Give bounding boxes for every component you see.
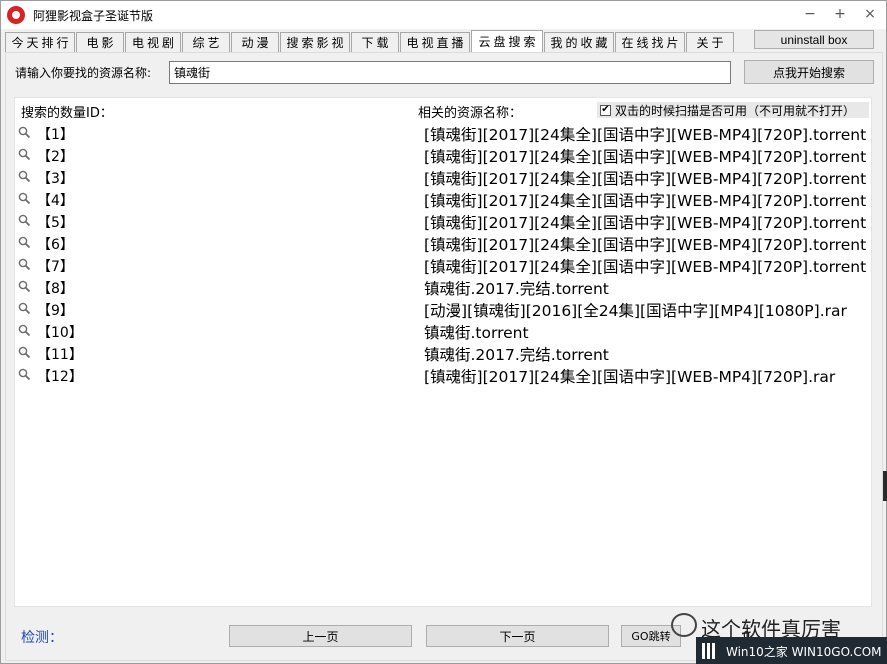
title-bar: 阿狸影视盒子圣诞节版 − + × — [1, 1, 886, 29]
window-title: 阿狸影视盒子圣诞节版 — [33, 8, 154, 23]
app-window: 阿狸影视盒子圣诞节版 − + × 今天排行 电影 电视剧 综艺 动漫 搜索影视 … — [0, 0, 887, 664]
minimize-icon[interactable]: − — [802, 5, 818, 23]
uninstall-button[interactable]: uninstall box — [754, 30, 874, 49]
result-name[interactable]: [镇魂街][2017][24集全][国语中字][WEB-MP4][720P].t… — [424, 255, 866, 277]
checkmark-icon[interactable]: ✔ — [600, 104, 611, 116]
result-rows: 【1】 [镇魂街][2017][24集全][国语中字][WEB-MP4][720P… — [18, 122, 868, 386]
wechat-watermark-icon — [671, 613, 697, 637]
tab-download[interactable]: 下载 — [351, 32, 399, 52]
result-name[interactable]: 镇魂街.torrent — [424, 321, 529, 343]
result-name[interactable]: [镇魂街][2017][24集全][国语中字][WEB-MP4][720P].t… — [424, 189, 866, 211]
search-input[interactable] — [169, 61, 731, 84]
result-row[interactable]: 【9】 [动漫][镇魂街][2016][全24集][国语中字][MP4][1080… — [18, 298, 868, 320]
magnifier-icon[interactable] — [18, 192, 31, 205]
result-name[interactable]: [镇魂街][2017][24集全][国语中字][WEB-MP4][720P].t… — [424, 211, 866, 233]
search-label: 请输入你要找的资源名称: — [15, 66, 152, 80]
result-id: 【6】 — [37, 237, 74, 253]
window-edge-decoration — [883, 471, 887, 501]
tab-variety[interactable]: 综艺 — [182, 32, 230, 52]
tab-about[interactable]: 关于 — [686, 32, 734, 52]
magnifier-icon[interactable] — [18, 126, 31, 139]
windows-logo-icon — [702, 643, 715, 659]
magnifier-icon[interactable] — [18, 214, 31, 227]
magnifier-icon[interactable] — [18, 302, 31, 315]
result-row[interactable]: 【4】 [镇魂街][2017][24集全][国语中字][WEB-MP4][720P… — [18, 188, 868, 210]
tab-favorites[interactable]: 我的收藏 — [544, 32, 614, 52]
tab-strip: 今天排行 电影 电视剧 综艺 动漫 搜索影视 下载 电视直播 云盘搜索 我的收藏… — [5, 30, 885, 52]
result-id: 【11】 — [37, 347, 83, 363]
result-row[interactable]: 【12】 [镇魂街][2017][24集全][国语中字][WEB-MP4][720… — [18, 364, 868, 386]
site-badge: Win10之家 WIN10GO.COM — [696, 637, 887, 664]
status-label: 检测： — [21, 630, 63, 646]
fox-logo-icon — [7, 6, 25, 24]
close-icon[interactable]: × — [862, 5, 878, 23]
result-name[interactable]: [镇魂街][2017][24集全][国语中字][WEB-MP4][720P].t… — [424, 233, 866, 255]
result-id: 【12】 — [37, 369, 83, 385]
magnifier-icon[interactable] — [18, 324, 31, 337]
id-column-header: 搜索的数量ID： — [21, 106, 113, 121]
site-badge-text: Win10之家 WIN10GO.COM — [726, 644, 882, 659]
result-id: 【1】 — [37, 127, 74, 143]
tab-tv-series[interactable]: 电视剧 — [125, 32, 181, 52]
result-id: 【3】 — [37, 171, 74, 187]
prev-page-button[interactable]: 上一页 — [229, 625, 412, 647]
tab-movies[interactable]: 电影 — [76, 32, 124, 52]
result-name[interactable]: 镇魂街.2017.完结.torrent — [424, 343, 609, 365]
magnifier-icon[interactable] — [18, 368, 31, 381]
start-search-button[interactable]: 点我开始搜索 — [744, 60, 874, 84]
tab-cloud-search[interactable]: 云盘搜索 — [471, 30, 543, 52]
result-id: 【8】 — [37, 281, 74, 297]
result-row[interactable]: 【2】 [镇魂街][2017][24集全][国语中字][WEB-MP4][720P… — [18, 144, 868, 166]
result-name[interactable]: 镇魂街.2017.完结.torrent — [424, 277, 609, 299]
result-row[interactable]: 【7】 [镇魂街][2017][24集全][国语中字][WEB-MP4][720P… — [18, 254, 868, 276]
result-id: 【5】 — [37, 215, 74, 231]
result-id: 【10】 — [37, 325, 83, 341]
result-name[interactable]: [镇魂街][2017][24集全][国语中字][WEB-MP4][720P].r… — [424, 365, 835, 387]
scan-on-double-click-checkbox[interactable]: ✔ 双击的时候扫描是否可用（不可用就不打开） — [597, 102, 869, 118]
result-row[interactable]: 【5】 [镇魂街][2017][24集全][国语中字][WEB-MP4][720P… — [18, 210, 868, 232]
result-row[interactable]: 【6】 [镇魂街][2017][24集全][国语中字][WEB-MP4][720P… — [18, 232, 868, 254]
window-controls: − + × — [802, 5, 878, 23]
tab-today-ranking[interactable]: 今天排行 — [5, 32, 75, 52]
result-name[interactable]: [镇魂街][2017][24集全][国语中字][WEB-MP4][720P].t… — [424, 145, 866, 167]
result-id: 【2】 — [37, 149, 74, 165]
result-id: 【4】 — [37, 193, 74, 209]
result-row[interactable]: 【10】 镇魂街.torrent — [18, 320, 868, 342]
name-column-header: 相关的资源名称： — [418, 106, 523, 121]
result-name[interactable]: [动漫][镇魂街][2016][全24集][国语中字][MP4][1080P].… — [424, 299, 847, 321]
result-name[interactable]: [镇魂街][2017][24集全][国语中字][WEB-MP4][720P].t… — [424, 123, 866, 145]
result-row[interactable]: 【11】 镇魂街.2017.完结.torrent — [18, 342, 868, 364]
tab-tv-live[interactable]: 电视直播 — [400, 32, 470, 52]
magnifier-icon[interactable] — [18, 170, 31, 183]
magnifier-icon[interactable] — [18, 346, 31, 359]
checkbox-label: 双击的时候扫描是否可用（不可用就不打开） — [615, 103, 856, 118]
magnifier-icon[interactable] — [18, 148, 31, 161]
tab-search-video[interactable]: 搜索影视 — [280, 32, 350, 52]
tab-online-find[interactable]: 在线找片 — [615, 32, 685, 52]
result-name[interactable]: [镇魂街][2017][24集全][国语中字][WEB-MP4][720P].t… — [424, 167, 866, 189]
result-row[interactable]: 【3】 [镇魂街][2017][24集全][国语中字][WEB-MP4][720P… — [18, 166, 868, 188]
magnifier-icon[interactable] — [18, 280, 31, 293]
result-row[interactable]: 【1】 [镇魂街][2017][24集全][国语中字][WEB-MP4][720P… — [18, 122, 868, 144]
result-id: 【9】 — [37, 303, 74, 319]
magnifier-icon[interactable] — [18, 236, 31, 249]
tab-anime[interactable]: 动漫 — [231, 32, 279, 52]
next-page-button[interactable]: 下一页 — [426, 625, 609, 647]
result-row[interactable]: 【8】 镇魂街.2017.完结.torrent — [18, 276, 868, 298]
magnifier-icon[interactable] — [18, 258, 31, 271]
maximize-icon[interactable]: + — [832, 5, 848, 23]
result-id: 【7】 — [37, 259, 74, 275]
